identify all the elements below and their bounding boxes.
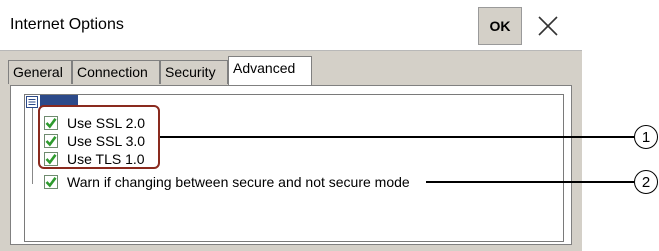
ssl-tls-highlight-box — [38, 105, 160, 169]
window-title: Internet Options — [10, 16, 124, 33]
callout-1: 1 — [634, 125, 658, 149]
title-bar: Internet Options OK — [0, 0, 582, 51]
callout-1-line — [160, 136, 634, 138]
tab-security[interactable]: Security — [160, 60, 228, 84]
close-icon — [538, 16, 558, 36]
close-button[interactable] — [528, 7, 568, 45]
checkmark-icon — [45, 177, 57, 188]
tree-item-warn-secure-mode[interactable]: Warn if changing between secure and not … — [44, 173, 410, 191]
tree-root-icon — [26, 96, 38, 108]
checkbox-warn-secure-mode[interactable] — [44, 175, 58, 189]
internet-options-window: Internet Options OK General Connection S… — [0, 0, 582, 251]
callout-2-line — [426, 181, 634, 183]
ok-button[interactable]: OK — [478, 7, 522, 45]
tree-item-label: Warn if changing between secure and not … — [67, 174, 410, 190]
tab-advanced[interactable]: Advanced — [228, 56, 312, 86]
callout-2: 2 — [634, 170, 658, 194]
tab-connection[interactable]: Connection — [72, 60, 160, 84]
tab-general[interactable]: General — [8, 60, 72, 84]
tree-connector-line — [32, 108, 33, 184]
